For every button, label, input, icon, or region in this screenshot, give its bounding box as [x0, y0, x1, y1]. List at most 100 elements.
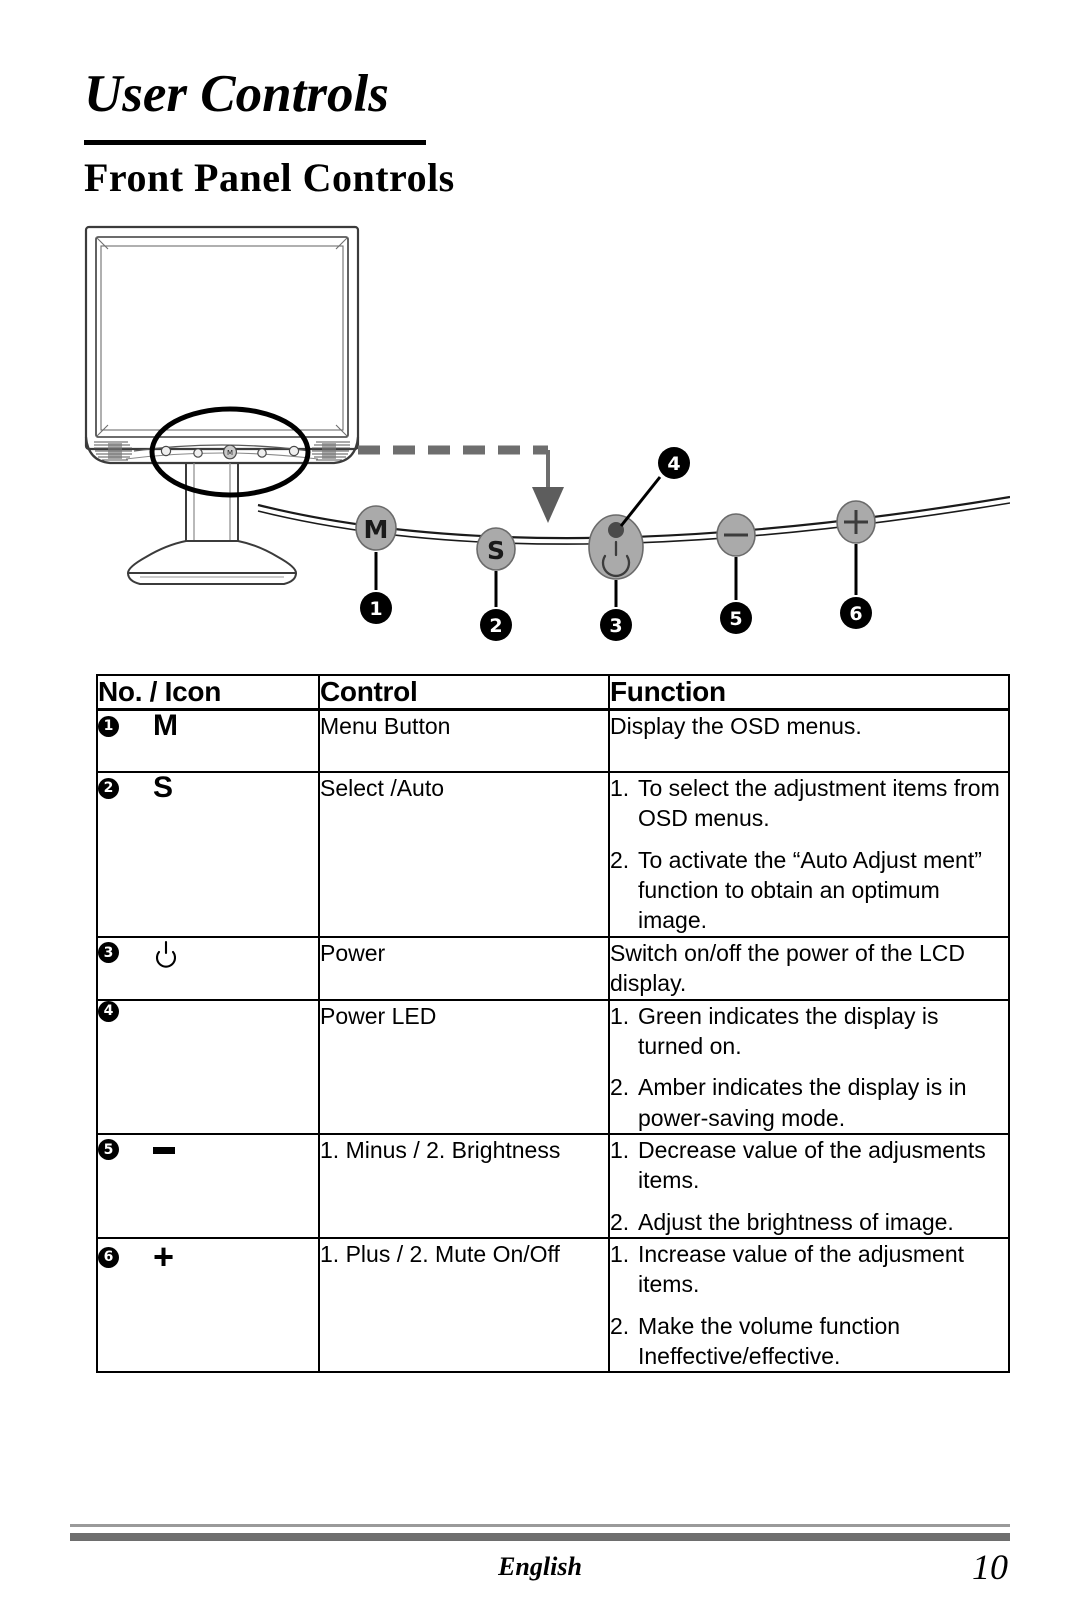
callout-badge-5: 5 [720, 602, 752, 634]
cell-control: 1. Plus / 2. Mute On/Off [318, 1237, 610, 1374]
function-list: 1. Green indicates the display is turned… [610, 1001, 1008, 1133]
row-number-badge: 2 [98, 777, 119, 799]
svg-text:1: 1 [369, 598, 382, 620]
select-letter-icon: S [153, 771, 174, 804]
table-row: 4 Power LED 1. Green indicates the displ… [96, 998, 1010, 1135]
footer-rule-thin [70, 1524, 1010, 1527]
svg-text:S: S [487, 536, 505, 565]
list-text: To activate the “Auto Adjust ment” funct… [638, 846, 982, 934]
column-header-control: Control [318, 674, 610, 711]
callout-badge-4: 4 [658, 447, 690, 479]
cell-no-icon: 2 S [96, 771, 320, 938]
list-marker: 2. [610, 1312, 630, 1339]
function-list: 1. Increase value of the adjusment items… [610, 1239, 1008, 1371]
list-marker: 1. [610, 1002, 630, 1029]
cell-control: 1. Minus / 2. Brightness [318, 1132, 610, 1240]
row-number-badge: 5 [98, 1139, 119, 1161]
svg-text:5: 5 [729, 608, 742, 630]
front-panel-illustration: M M S 1 2 3 4 5 6 [70, 215, 1011, 645]
cell-no-icon: 4 [96, 998, 320, 1135]
panel-button-power [588, 514, 644, 580]
footer-language-label: English [498, 1552, 582, 1581]
page-title: User Controls [84, 65, 389, 123]
list-text: Adjust the brightness of image. [638, 1208, 954, 1235]
row-number-badge: 3 [98, 942, 119, 964]
svg-text:M: M [227, 449, 233, 457]
power-symbol-icon [153, 938, 179, 968]
cell-function: 1. Decrease value of the adjusments item… [608, 1132, 1010, 1240]
cell-function: Switch on/off the power of the LCD displ… [608, 935, 1010, 1001]
row-number-badge: 6 [98, 1246, 119, 1268]
cell-function: 1. To select the adjustment items from O… [608, 771, 1010, 938]
cell-no-icon: 1 M [96, 708, 320, 773]
list-text: Amber indicates the display is in power-… [638, 1074, 967, 1131]
list-item: 2. To activate the “Auto Adjust ment” fu… [610, 845, 1008, 936]
list-item: 2. Amber indicates the display is in pow… [610, 1072, 1008, 1133]
cell-function: 1. Increase value of the adjusment items… [608, 1237, 1010, 1374]
callout-badge-2: 2 [480, 609, 512, 641]
list-item: 2. Make the volume function Ineffective/… [610, 1311, 1008, 1372]
function-list: 1. To select the adjustment items from O… [610, 773, 1008, 936]
column-header-no-icon: No. / Icon [96, 674, 320, 711]
cell-control: Power [318, 935, 610, 1001]
list-item: 1. Green indicates the display is turned… [610, 1001, 1008, 1062]
panel-button-minus [716, 513, 756, 557]
panel-button-menu: M [355, 505, 397, 551]
table-row: 5 1. Minus / 2. Brightness 1. Decrease v… [96, 1132, 1010, 1240]
minus-icon [153, 1135, 175, 1165]
function-text: Switch on/off the power of the LCD displ… [610, 939, 965, 997]
svg-text:6: 6 [849, 603, 862, 625]
panel-button-plus [836, 500, 876, 544]
cell-control: Select /Auto [318, 771, 610, 938]
list-text: To select the adjustment items from OSD … [638, 775, 1000, 832]
list-item: 2. Adjust the brightness of image. [610, 1207, 1008, 1237]
row-number-badge: 1 [98, 715, 119, 737]
svg-text:3: 3 [609, 615, 622, 637]
front-panel-controls-table: No. / Icon Control Function 1 M Menu But… [96, 674, 1010, 1374]
cell-function: 1. Green indicates the display is turned… [608, 998, 1010, 1135]
cell-control: Menu Button [318, 708, 610, 773]
list-text: Decrease value of the adjusments items. [638, 1136, 986, 1194]
list-text: Make the volume function Ineffective/eff… [638, 1312, 901, 1370]
cell-control: Power LED [318, 998, 610, 1135]
panel-button-select: S [476, 527, 516, 571]
list-text: Green indicates the display is turned on… [638, 1002, 939, 1059]
footer-rule-thick [70, 1533, 1010, 1541]
list-item: 1. Decrease value of the adjusments item… [610, 1135, 1008, 1196]
table-row: 2 S Select /Auto 1. To select the adjust… [96, 771, 1010, 938]
cell-no-icon: 6 + [96, 1236, 320, 1374]
footer-page-number: 10 [972, 1547, 1008, 1587]
svg-text:4: 4 [667, 453, 680, 475]
list-marker: 1. [610, 1136, 630, 1163]
title-underline-rule [84, 140, 426, 145]
row-number-badge: 4 [98, 1000, 119, 1022]
list-marker: 2. [610, 1208, 630, 1235]
function-text: Display the OSD menus. [610, 713, 862, 739]
table-row: 6 + 1. Plus / 2. Mute On/Off 1. Increase… [96, 1236, 1010, 1374]
list-marker: 1. [610, 775, 630, 801]
table-header-row: No. / Icon Control Function [96, 674, 1010, 711]
table-row: 1 M Menu Button Display the OSD menus. [96, 708, 1010, 773]
list-marker: 1. [610, 1241, 630, 1268]
monitor-stand [126, 463, 298, 585]
list-marker: 2. [610, 1074, 630, 1101]
monitor-drawing [84, 225, 360, 465]
svg-text:M: M [364, 515, 389, 544]
cell-no-icon: 3 [96, 935, 320, 1001]
list-marker: 2. [610, 846, 630, 873]
function-list: 1. Decrease value of the adjusments item… [610, 1135, 1008, 1237]
menu-letter-icon: M [153, 709, 178, 742]
cell-no-icon: 5 [96, 1132, 320, 1240]
callout-badge-1: 1 [360, 592, 392, 624]
cell-function: Display the OSD menus. [608, 708, 1010, 773]
table-row: 3 Power Switch on/off the power of the L… [96, 935, 1010, 1001]
list-item: 1. Increase value of the adjusment items… [610, 1239, 1008, 1300]
section-title: Front Panel Controls [84, 155, 455, 200]
callout-badge-6: 6 [840, 597, 872, 629]
list-item: 1. To select the adjustment items from O… [610, 773, 1008, 834]
callout-badge-3: 3 [600, 609, 632, 641]
list-text: Increase value of the adjusment items. [638, 1241, 965, 1298]
plus-icon: + [153, 1236, 175, 1278]
svg-text:2: 2 [489, 615, 502, 637]
column-header-function: Function [608, 674, 1010, 711]
